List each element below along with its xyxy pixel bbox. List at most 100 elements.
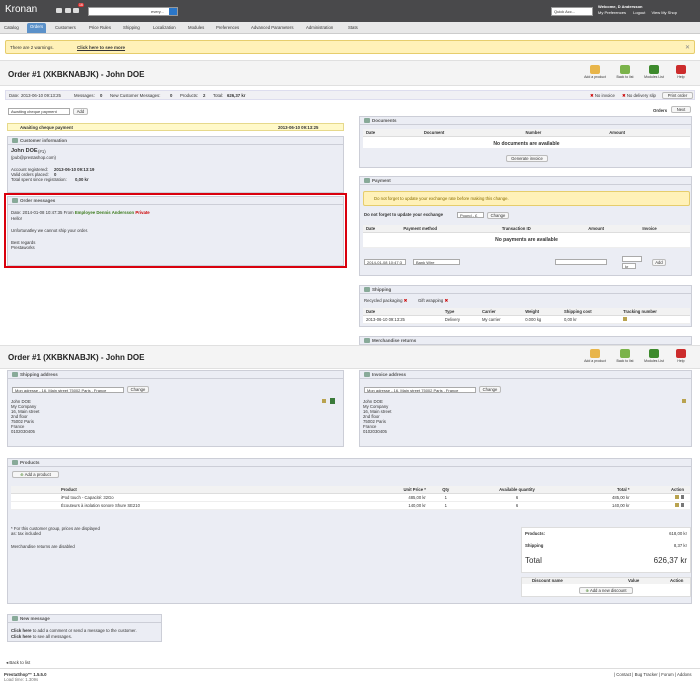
history-state: Awaiting cheque payment <box>20 125 73 130</box>
product-name[interactable]: Écouteurs à isolation sonore Shure SE210 <box>11 501 355 510</box>
warning-link[interactable]: Click here to see more <box>77 45 125 50</box>
documents-table: Date Document Number Amount No documents ar… <box>363 129 690 148</box>
search-box[interactable]: every... <box>88 7 178 16</box>
menu-administration[interactable]: Administration <box>306 25 333 30</box>
payment-amount-input[interactable] <box>622 256 642 262</box>
new-message-title: New message <box>20 616 50 621</box>
edit-tracking-icon[interactable] <box>623 317 628 321</box>
see-messages-link[interactable]: Click here <box>11 634 32 639</box>
menu-stats[interactable]: Stats <box>348 25 358 30</box>
close-icon[interactable]: ✕ <box>685 44 690 51</box>
customer-name[interactable]: John DOE <box>11 148 38 155</box>
order-status-select[interactable]: Awaiting cheque payment <box>8 108 70 115</box>
print-order-button[interactable]: Print order <box>662 92 693 99</box>
totals-total-label: Total <box>525 556 542 565</box>
shipping-header: Shipping <box>360 286 691 294</box>
shipping-address-title: Shipping address <box>20 372 58 377</box>
back-to-list-link[interactable]: ◂ Back to list <box>6 660 30 666</box>
footer-links[interactable]: | Contact | Bug Tracker | Forum | Addons <box>614 672 692 678</box>
messages-icon[interactable] <box>73 8 79 13</box>
summary-products: 2 <box>203 93 206 98</box>
ship-col-weight: Weight <box>522 308 561 316</box>
prod-col-unit-price: Unit Price * <box>354 486 429 494</box>
gift-wrapping: Gift wrapping ✖ <box>418 298 448 304</box>
edit-invoice-address-icon[interactable] <box>682 399 686 403</box>
add-product-label: Add a product <box>24 472 51 477</box>
back-to-list-tool[interactable]: Back to list <box>614 65 636 83</box>
edit-product-icon[interactable] <box>675 495 679 499</box>
warning-text: There are 2 warnings. <box>10 45 54 50</box>
menu-price-rules[interactable]: Price Rules <box>89 25 111 30</box>
menu-localization[interactable]: Localization <box>153 25 176 30</box>
transaction-id-input[interactable] <box>555 259 607 265</box>
add-discount-button[interactable]: ⊕ Add a new discount <box>579 587 633 594</box>
shipping-panel: Shipping Recycled packaging ✖ Gift wrapp… <box>359 285 692 327</box>
shop-name[interactable]: Kronan <box>5 4 37 15</box>
ship-tracking[interactable] <box>620 315 690 324</box>
payments-empty: No payments are available <box>363 232 690 248</box>
help-tool[interactable]: Help <box>670 65 692 83</box>
add-product-tool-2[interactable]: Add a product <box>584 349 606 367</box>
map-icon[interactable] <box>330 398 335 404</box>
logout-link[interactable]: Logout <box>633 10 645 15</box>
main-menu: Catalog Orders Customers Price Rules Shi… <box>0 22 700 34</box>
add-status-button[interactable]: Add <box>73 108 88 115</box>
customer-email[interactable]: (pub@prestashop.com) <box>11 155 56 161</box>
summary-messages: 0 <box>100 93 103 98</box>
back-to-list-label: Back to list <box>9 660 31 665</box>
back-to-list-tool-2[interactable]: Back to list <box>614 349 636 367</box>
edit-product-icon[interactable] <box>675 503 679 507</box>
footer-divider <box>0 668 700 669</box>
quick-access-select[interactable]: Quick Acc... <box>551 7 593 16</box>
search-icon[interactable] <box>169 8 177 15</box>
invoice-address-select[interactable]: Mon adresse - 16, Main street 75002 Pari… <box>364 387 476 393</box>
summary-new-msgs-label: New Customer Messages: <box>110 93 161 98</box>
modules-list-tool[interactable]: Modules List <box>643 65 665 83</box>
my-preferences-link[interactable]: My Preferences <box>598 10 626 15</box>
menu-customers[interactable]: Customers <box>55 25 76 30</box>
product-actions <box>632 501 690 510</box>
summary-total-label: Total: <box>213 93 224 98</box>
add-product-tool-2-label: Add a product <box>584 359 606 363</box>
truck-icon <box>364 287 370 292</box>
next-order-button[interactable]: Next <box>671 106 691 113</box>
menu-catalog[interactable]: Catalog <box>4 25 19 30</box>
shipping-address-panel: Shipping address Mon adresse - 16, Main … <box>7 370 344 447</box>
menu-orders[interactable]: Orders <box>27 23 47 33</box>
product-name[interactable]: iPod touch - Capacité: 32Go <box>11 493 355 502</box>
help-icon <box>676 65 686 74</box>
change-invoice-address-button[interactable]: Change <box>479 386 501 393</box>
prod-col-qty: Qty <box>428 486 463 494</box>
payment-date-input[interactable]: 2014-01-08 10:47:3 <box>364 259 406 265</box>
add-product-button[interactable]: ⊕ Add a product <box>12 471 59 478</box>
menu-preferences[interactable]: Preferences <box>216 25 239 30</box>
add-product-tool[interactable]: Add a product <box>584 65 606 83</box>
customers-icon[interactable] <box>65 8 71 13</box>
add-payment-button[interactable]: Add <box>652 259 666 266</box>
delete-product-icon[interactable] <box>681 495 684 499</box>
order-history-row: Awaiting cheque payment 2013-06-10 09:13… <box>7 123 344 131</box>
search-scope[interactable]: every... <box>151 9 164 14</box>
payment-currency-select[interactable]: kr <box>622 263 636 269</box>
modules-list-tool-2[interactable]: Modules List <box>643 349 665 367</box>
currency-select[interactable]: Pound - £ <box>457 212 484 218</box>
history-date: 2013-06-10 09:13:25 <box>278 125 319 130</box>
generate-invoice-button[interactable]: Generate invoice <box>506 155 548 162</box>
change-shipping-address-button[interactable]: Change <box>127 386 149 393</box>
edit-shipping-address-icon[interactable] <box>322 399 326 403</box>
help-tool-2[interactable]: Help <box>670 349 692 367</box>
shipping-title: Shipping <box>372 287 392 292</box>
menu-modules[interactable]: Modules <box>188 25 204 30</box>
prod-col-product: Product <box>11 486 355 494</box>
menu-shipping[interactable]: Shipping <box>123 25 140 30</box>
prod-col-total: Total * <box>571 486 633 494</box>
payment-method-select[interactable]: Bank Wire <box>413 259 460 265</box>
view-shop-link[interactable]: View My Shop <box>652 10 678 15</box>
menu-advanced-parameters[interactable]: Advanced Parameters <box>251 25 294 30</box>
user-icon[interactable] <box>56 8 62 13</box>
add-comment-link[interactable]: Click here <box>11 628 32 633</box>
prod-col-available: Available quantity <box>462 486 572 494</box>
change-currency-button[interactable]: Change <box>487 212 509 219</box>
shipping-address-select[interactable]: Mon adresse - 16, Main street 75002 Pari… <box>12 387 124 393</box>
delete-product-icon[interactable] <box>681 503 684 507</box>
